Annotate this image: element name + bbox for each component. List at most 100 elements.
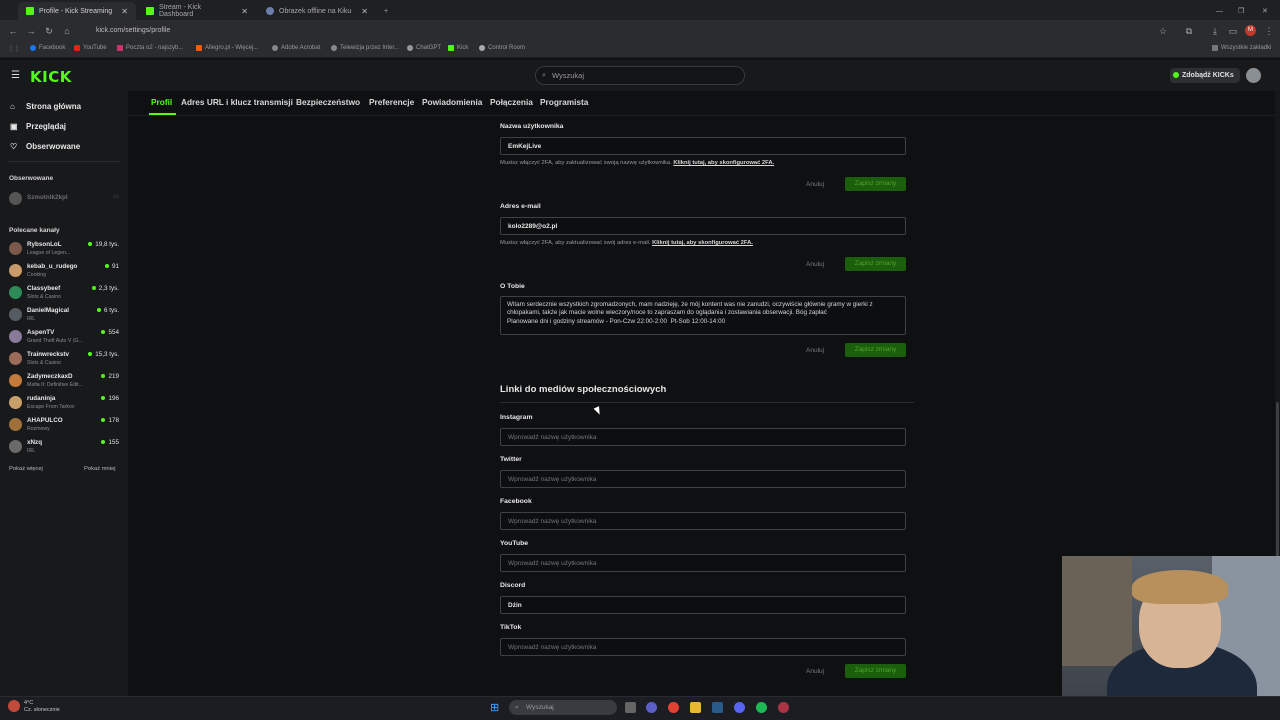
minimize-icon[interactable]: — <box>1208 2 1231 20</box>
reload-icon[interactable]: ↻ <box>40 26 58 37</box>
bookmark-kick[interactable]: Kick <box>448 45 468 51</box>
social-input-instagram[interactable] <box>500 428 906 446</box>
url-input[interactable]: kick.com/settings/profile <box>78 23 1138 39</box>
all-bookmarks[interactable]: Wszystkie zakładki <box>1212 45 1271 51</box>
recommended-channel[interactable]: ZadymeczkaxD Mafia II: Definitive Edit...… <box>9 371 121 391</box>
teams-icon[interactable] <box>646 702 657 713</box>
email-field[interactable] <box>500 217 906 235</box>
email-note: Musisz włączyć 2FA, aby zaktualizować sw… <box>500 240 753 246</box>
task-view-icon[interactable] <box>625 702 636 713</box>
spotify-icon[interactable] <box>756 702 767 713</box>
save-button[interactable]: Zapisz zmiany <box>845 257 906 271</box>
menu-dots-icon[interactable]: ⋮ <box>1260 26 1278 37</box>
maximize-icon[interactable]: ❐ <box>1230 2 1252 20</box>
recommended-channel[interactable]: RybsonLoL League of Legen... 19,8 tys. <box>9 239 121 259</box>
close-window-icon[interactable]: ✕ <box>1254 2 1276 20</box>
bookmark-control-room[interactable]: Control Room <box>479 45 525 51</box>
cancel-button[interactable]: Anuluj <box>806 668 824 675</box>
file-explorer-icon[interactable] <box>690 702 701 713</box>
chrome-icon[interactable] <box>668 702 679 713</box>
hamburger-menu-icon[interactable]: ☰ <box>11 70 20 81</box>
bookmark-allegro[interactable]: Allegro.pl - Więcej... <box>196 45 258 51</box>
bookmark-poczta[interactable]: Poczta o2 - najszyb... <box>117 45 183 51</box>
social-input-tiktok[interactable] <box>500 638 906 656</box>
download-icon[interactable]: ⤓ <box>1206 26 1224 37</box>
discord-icon[interactable] <box>734 702 745 713</box>
close-tab-icon[interactable]: ✕ <box>361 7 368 16</box>
show-more-link[interactable]: Pokaż więcej <box>9 466 43 472</box>
star-icon[interactable]: ☆ <box>1154 26 1172 37</box>
social-input-facebook[interactable] <box>500 512 906 530</box>
weather-widget[interactable]: 4°C Cz. słonecznie <box>24 700 60 714</box>
kick-logo[interactable]: KICK <box>30 68 72 86</box>
recommended-channel[interactable]: xNzq IRL 155 <box>9 437 121 457</box>
show-less-link[interactable]: Pokaż mniej <box>84 466 116 472</box>
tab-connections[interactable]: Połączenia <box>490 97 533 107</box>
extensions-icon[interactable]: ⧉ <box>1180 26 1198 37</box>
forward-icon[interactable]: → <box>22 26 40 36</box>
taskbar-search[interactable]: ⌕ Wyszukaj <box>509 700 617 715</box>
back-icon[interactable]: ← <box>4 26 22 36</box>
tab-notifications[interactable]: Powiadomienia <box>422 97 482 107</box>
steam-icon[interactable] <box>712 702 723 713</box>
setup-2fa-link[interactable]: Kliknij tutaj, aby skonfigurować 2FA. <box>673 160 774 166</box>
windows-start-icon[interactable]: ⊞ <box>490 701 499 714</box>
apps-icon[interactable]: ⋮⋮ <box>8 45 20 52</box>
about-label: O Tobie <box>500 283 525 290</box>
browser-tab-profile[interactable]: Profile - Kick Streaming ✕ <box>18 2 136 20</box>
recommended-channel[interactable]: AHAPULCO Rozmowy 178 <box>9 415 121 435</box>
recommended-channel[interactable]: DanielMagical IRL 6 tys. <box>9 305 121 325</box>
heart-icon: ♡ <box>10 142 18 151</box>
social-input-discord[interactable] <box>500 596 906 614</box>
recommended-channel[interactable]: Classybeef Slots & Casino 2,3 tys. <box>9 283 121 303</box>
bookmark-facebook[interactable]: Facebook <box>30 45 65 51</box>
obs-icon[interactable] <box>778 702 789 713</box>
bookmark-chatgpt[interactable]: ChatGPT <box>407 45 441 51</box>
cancel-button[interactable]: Anuluj <box>806 261 824 268</box>
user-avatar[interactable] <box>1246 68 1261 83</box>
profile-avatar[interactable]: M <box>1245 25 1256 36</box>
about-textarea[interactable]: Witam serdecznie wszystkich zgromadzonyc… <box>500 296 906 335</box>
tab-profile[interactable]: Profil <box>151 97 172 107</box>
cancel-button[interactable]: Anuluj <box>806 181 824 188</box>
panel-icon[interactable]: ▭ <box>1224 26 1242 37</box>
new-tab-button[interactable]: + <box>376 2 396 20</box>
sidebar-item-browse[interactable]: ▣ Przeglądaj <box>10 122 66 131</box>
channel-name: Classybeef <box>27 285 61 292</box>
gear-icon <box>479 45 485 51</box>
close-tab-icon[interactable]: ✕ <box>121 7 128 16</box>
address-bar-row: ← → ↻ ⌂ kick.com/settings/profile ☆ ⧉ ⤓ … <box>0 20 1280 42</box>
followed-channel[interactable]: Szmotnik2kpl ▭ <box>9 189 121 209</box>
channel-name: RybsonLoL <box>27 241 62 248</box>
bookmark-adobe[interactable]: Adobe Acrobat <box>272 45 320 51</box>
username-field[interactable] <box>500 137 906 155</box>
setup-2fa-link[interactable]: Kliknij tutaj, aby skonfigurować 2FA. <box>652 240 753 246</box>
get-kicks-button[interactable]: Zdobądź KICKs <box>1170 68 1240 83</box>
cancel-button[interactable]: Anuluj <box>806 347 824 354</box>
tab-preferences[interactable]: Preferencje <box>369 97 414 107</box>
tab-url-key[interactable]: Adres URL i klucz transmisji <box>181 97 293 107</box>
weather-icon[interactable] <box>8 700 20 712</box>
browser-tab-dashboard[interactable]: Stream - Kick Dashboard ✕ <box>138 2 256 20</box>
recommended-channel[interactable]: rudaninja Escape From Tarkov 196 <box>9 393 121 413</box>
tab-security[interactable]: Bezpieczeństwo <box>296 97 360 107</box>
sidebar-item-home[interactable]: ⌂ Strona główna <box>10 102 81 111</box>
social-input-twitter[interactable] <box>500 470 906 488</box>
search-input[interactable]: ⌕ Wyszukaj <box>535 66 745 85</box>
channel-category: Mafia II: Definitive Edit... <box>27 382 83 388</box>
social-input-youtube[interactable] <box>500 554 906 572</box>
save-button[interactable]: Zapisz zmiany <box>845 664 906 678</box>
bookmark-telewizja[interactable]: Telewizja przez Inter... <box>331 45 399 51</box>
sidebar-item-following[interactable]: ♡ Obserwowane <box>10 142 80 151</box>
tab-developer[interactable]: Programista <box>540 97 588 107</box>
save-button[interactable]: Zapisz zmiany <box>845 343 906 357</box>
browser-tab-offline-image[interactable]: Obrazek offline na Kiku ✕ <box>258 2 376 20</box>
recommended-channel[interactable]: kebab_u_rudego Cooking 91 <box>9 261 121 281</box>
recommended-channel[interactable]: AspenTV Grand Theft Auto V (G... 554 <box>9 327 121 347</box>
bookmark-youtube[interactable]: YouTube <box>74 45 107 51</box>
recommended-channel[interactable]: Trainwreckstv Slots & Casino 15,3 tys. <box>9 349 121 369</box>
channel-category: IRL <box>27 448 36 454</box>
home-icon[interactable]: ⌂ <box>58 26 76 36</box>
close-tab-icon[interactable]: ✕ <box>241 7 248 16</box>
save-button[interactable]: Zapisz zmiany <box>845 177 906 191</box>
